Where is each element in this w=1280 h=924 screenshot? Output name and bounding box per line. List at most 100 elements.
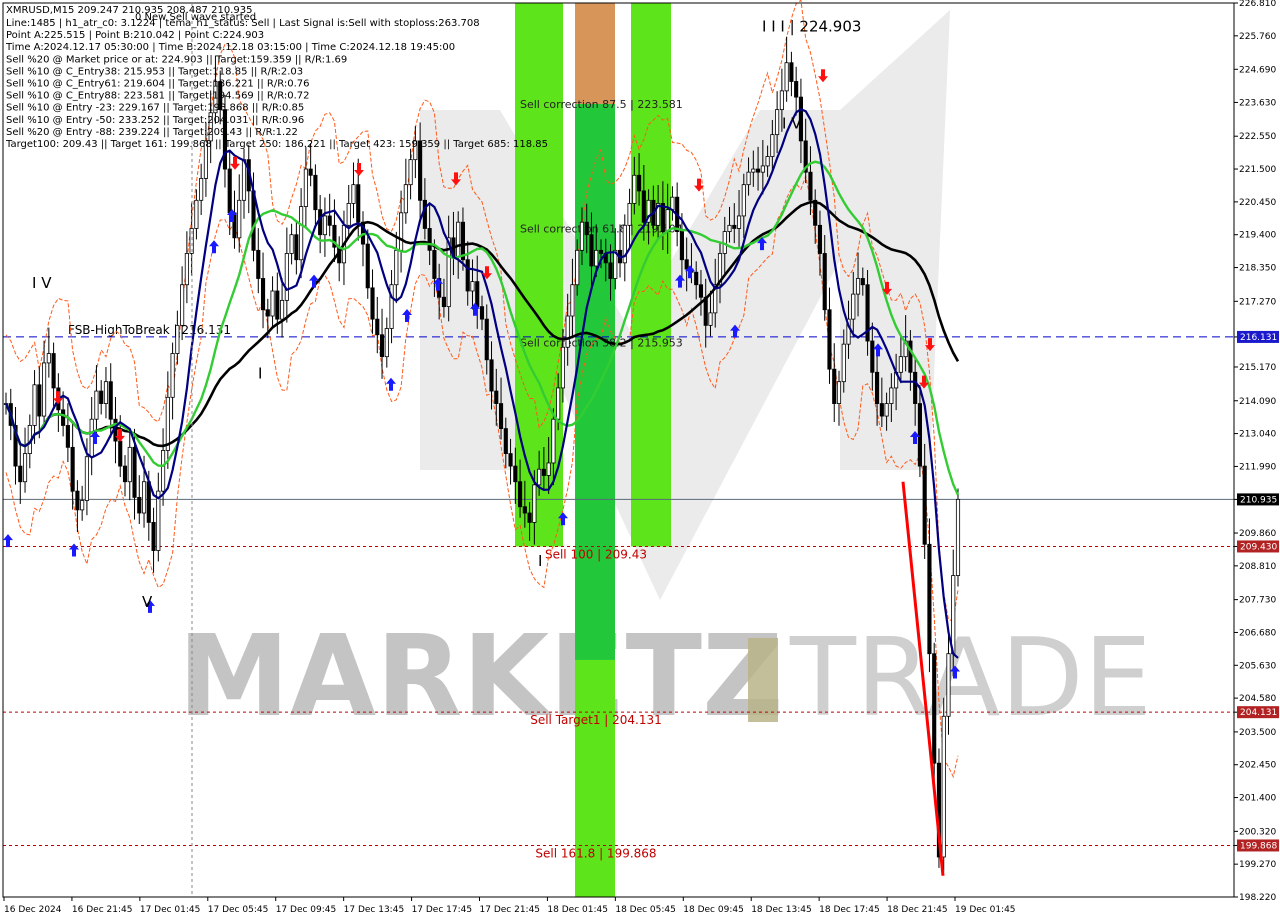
candle-body [794,81,799,98]
candle-body [917,403,922,467]
candle-body [941,715,946,858]
candle-body [256,249,261,279]
candle-body [32,384,37,426]
level-label: Sell 100 | 209.43 [545,547,647,561]
candle-body [260,278,266,311]
candle-body [498,403,504,429]
candle-body [137,496,142,514]
buy-arrow-icon [386,377,396,391]
candle-body [922,465,927,545]
info-line: Time A:2024.12.17 05:30:00 | Time B:2024… [5,42,455,53]
candle-body [584,221,589,236]
candle-body [741,184,746,217]
candle-body [103,381,109,404]
candle-body [898,356,903,373]
candle-body [399,212,404,251]
candle-body [732,224,737,229]
candle-body [746,171,751,186]
y-tick-label: 215.170 [1239,363,1276,373]
x-tick-label: 16 Dec 2024 [4,905,62,915]
price-tag-label: 210.935 [1240,495,1277,505]
y-tick-label: 203.500 [1239,728,1276,738]
x-tick-label: 18 Dec 17:45 [819,905,880,915]
x-tick-label: 17 Dec 13:45 [344,905,405,915]
y-tick-label: 204.580 [1239,694,1276,704]
y-tick-label: 207.730 [1239,596,1276,606]
candle-body [308,168,313,176]
candle-body [889,387,894,404]
candle-body [708,312,713,326]
buy-arrow-icon [209,240,219,254]
candle-body [194,199,199,229]
candle-body [313,174,318,211]
candle-body [422,199,427,229]
candle-body [879,403,884,417]
candle-body [175,324,180,354]
candle-body [432,249,437,279]
x-tick-label: 17 Dec 05:45 [208,905,269,915]
candle-body [351,184,356,204]
candle-body [537,468,542,486]
y-tick-label: 208.810 [1239,562,1276,572]
candle-body [851,293,856,320]
candle-body [494,390,499,404]
sell-arrow-icon [818,69,828,83]
zone-band-right [631,3,671,547]
candle-body [679,231,684,261]
candle-body [698,284,704,298]
candle-body [541,468,546,476]
candle-body [770,134,775,157]
candle-body [22,453,28,483]
info-line: Line:1485 | h1_atr_c0: 3.1224 | tema_h1_… [6,18,480,29]
candle-body [703,296,708,326]
candle-body [37,384,42,417]
candle-body [637,174,642,192]
candle-body [384,328,389,358]
candle-body [280,299,285,320]
x-tick-label: 18 Dec 21:45 [887,905,948,915]
correction-label: Sell correction 87.5 | 223.581 [520,98,683,111]
candle-body [594,249,599,267]
candle-body [779,90,784,111]
candle-body [951,575,956,655]
candle-body [289,234,294,254]
zone-orange-top [575,3,615,105]
chart-area[interactable]: MARKETZ TRADE Sell correction 87.5 | 223… [0,0,1280,920]
level-label: Sell Target1 | 204.131 [530,713,662,727]
candle-body [784,62,789,92]
candle-body [70,446,75,492]
candle-body [99,390,104,404]
candle-body [322,215,327,236]
price-chart-canvas[interactable]: MARKETZ TRADE Sell correction 87.5 | 223… [0,0,1280,920]
sell-arrow-icon [354,163,364,177]
candle-body [475,281,480,308]
y-tick-label: 200.320 [1239,827,1276,837]
x-tick-label: 18 Dec 01:45 [547,905,608,915]
y-tick-label: 222.550 [1239,132,1276,142]
candle-body [513,465,518,483]
price-tag-label: 204.131 [1240,708,1277,718]
candle-body [527,512,532,523]
y-tick-label: 206.680 [1239,628,1276,638]
candle-body [808,171,813,201]
candle-body [575,249,580,286]
candle-body [199,178,204,201]
y-tick-label: 219.400 [1239,231,1276,241]
candle-body [42,362,47,417]
y-tick-label: 225.760 [1239,32,1276,42]
candle-body [508,453,513,467]
wave-label: I [258,365,262,383]
candle-body [756,168,761,173]
watermark-brand-text: MARKETZ [178,612,783,742]
candle-body [127,446,132,483]
candle-body [932,653,937,764]
candle-body [836,381,842,404]
candle-body [827,309,832,370]
candle-body [427,228,432,251]
candle-body [789,62,794,82]
candle-body [132,446,137,498]
x-tick-label: 17 Dec 09:45 [276,905,337,915]
candle-body [108,381,113,420]
candle-body [318,209,323,236]
candle-body [832,368,837,404]
